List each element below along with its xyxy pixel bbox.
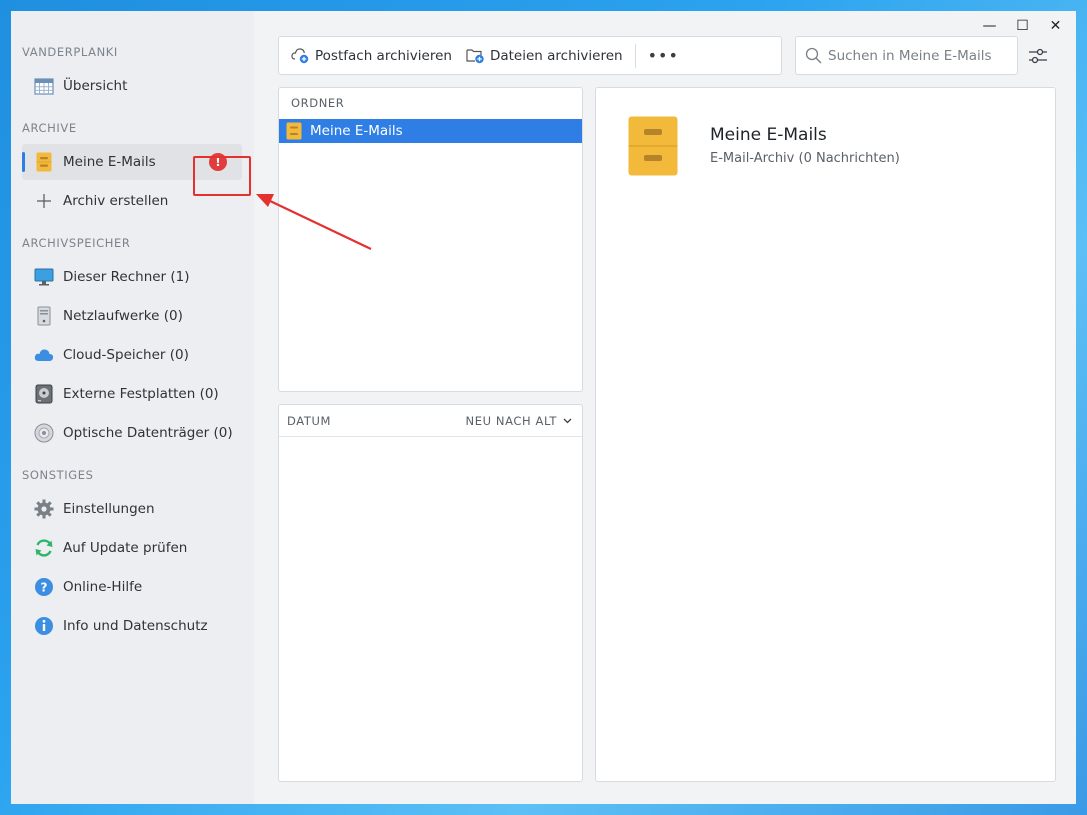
folder-add-icon	[466, 49, 484, 64]
search-box[interactable]	[795, 36, 1018, 75]
filing-cabinet-icon	[628, 116, 678, 180]
archive-files-label: Dateien archivieren	[489, 47, 623, 64]
folders-panel: ORDNER Meine E-Mails	[278, 87, 583, 392]
archive-title: Meine E-Mails	[710, 125, 827, 145]
sidebar-item-label: Auf Update prüfen	[63, 540, 188, 556]
sidebar-item-label: Einstellungen	[63, 501, 155, 517]
sidebar-section-title: ARCHIVSPEICHER	[22, 236, 131, 250]
sidebar-item-label: Online-Hilfe	[63, 579, 143, 595]
help-icon: ?	[34, 577, 54, 597]
plus-icon	[34, 191, 54, 211]
archive-mailbox-button[interactable]: Postfach archivieren	[291, 47, 452, 64]
sidebar-item-network-drives[interactable]: Netzlaufwerke (0)	[22, 298, 243, 334]
sidebar-item-this-computer[interactable]: Dieser Rechner (1)	[22, 259, 243, 295]
sidebar-section-title: VANDERPLANKI	[22, 45, 118, 59]
hard-drive-icon	[34, 384, 54, 404]
window-controls: — ☐ ✕	[973, 15, 1072, 37]
toolbar-divider	[634, 43, 636, 68]
filing-cabinet-icon	[286, 122, 302, 140]
archive-files-button[interactable]: Dateien archivieren	[466, 47, 623, 64]
sidebar-item-label: Externe Festplatten (0)	[63, 386, 219, 402]
dates-header: DATUM NEU NACH ALT	[279, 405, 582, 437]
sidebar-item-settings[interactable]: Einstellungen	[22, 491, 243, 527]
folders-header: ORDNER	[291, 96, 345, 110]
sidebar-item-label: Archiv erstellen	[63, 193, 169, 209]
refresh-icon	[34, 538, 54, 558]
alert-badge[interactable]: !	[209, 153, 227, 171]
svg-text:?: ?	[41, 581, 48, 595]
sidebar-item-label: Netzlaufwerke (0)	[63, 308, 183, 324]
sidebar-item-check-update[interactable]: Auf Update prüfen	[22, 530, 243, 566]
maximize-button[interactable]: ☐	[1006, 15, 1039, 37]
search-icon	[805, 47, 822, 64]
archive-subtitle: E-Mail-Archiv (0 Nachrichten)	[710, 151, 900, 166]
info-icon	[34, 616, 54, 636]
monitor-icon	[34, 267, 54, 287]
sidebar-item-cloud-storage[interactable]: Cloud-Speicher (0)	[22, 337, 243, 373]
filter-settings-button[interactable]	[1026, 44, 1050, 68]
search-input[interactable]	[828, 47, 1008, 64]
sidebar-item-label: Übersicht	[63, 78, 128, 94]
sidebar-item-optical-media[interactable]: Optische Datenträger (0)	[22, 415, 243, 451]
sidebar-item-label: Cloud-Speicher (0)	[63, 347, 189, 363]
dates-panel: DATUM NEU NACH ALT	[278, 404, 583, 782]
chevron-down-icon	[563, 418, 572, 423]
sidebar-section-title: SONSTIGES	[22, 468, 94, 482]
dates-header-label: DATUM	[287, 414, 331, 428]
sidebar-item-my-emails[interactable]: Meine E-Mails !	[22, 144, 242, 180]
sidebar-item-label: Meine E-Mails	[63, 154, 156, 170]
sidebar-section-title: ARCHIVE	[22, 121, 77, 135]
more-options-button[interactable]: •••	[648, 46, 679, 65]
server-icon	[34, 306, 54, 326]
sidebar: VANDERPLANKI Übersicht ARCHIVE Meine E-M…	[11, 11, 254, 804]
sidebar-item-create-archive[interactable]: Archiv erstellen	[22, 183, 243, 219]
sliders-icon	[1029, 48, 1047, 64]
sort-order-dropdown[interactable]: NEU NACH ALT	[466, 405, 572, 436]
app-window: VANDERPLANKI Übersicht ARCHIVE Meine E-M…	[11, 11, 1076, 804]
archive-mailbox-label: Postfach archivieren	[315, 47, 452, 64]
calendar-grid-icon	[34, 76, 54, 96]
cloud-add-icon	[291, 48, 309, 64]
toolbar: Postfach archivieren Dateien archivieren…	[278, 36, 782, 75]
folder-item[interactable]: Meine E-Mails	[279, 119, 582, 143]
sidebar-item-external-drives[interactable]: Externe Festplatten (0)	[22, 376, 243, 412]
sort-order-label: NEU NACH ALT	[465, 413, 557, 428]
close-button[interactable]: ✕	[1039, 15, 1072, 37]
disc-icon	[34, 423, 54, 443]
detail-panel: Meine E-Mails E-Mail-Archiv (0 Nachricht…	[595, 87, 1056, 782]
minimize-button[interactable]: —	[973, 15, 1006, 37]
sidebar-item-label: Dieser Rechner (1)	[63, 269, 190, 285]
filing-cabinet-icon	[34, 152, 54, 172]
sidebar-item-overview[interactable]: Übersicht	[22, 68, 243, 104]
sidebar-item-label: Optische Datenträger (0)	[63, 425, 233, 441]
folder-item-label: Meine E-Mails	[310, 123, 403, 139]
cloud-icon	[34, 345, 54, 365]
main-area: — ☐ ✕ Postfach archivieren Dateien archi…	[254, 11, 1076, 804]
sidebar-item-online-help[interactable]: ? Online-Hilfe	[22, 569, 243, 605]
sidebar-item-info-privacy[interactable]: Info und Datenschutz	[22, 608, 243, 644]
gear-icon	[34, 499, 54, 519]
sidebar-item-label: Info und Datenschutz	[63, 618, 208, 634]
